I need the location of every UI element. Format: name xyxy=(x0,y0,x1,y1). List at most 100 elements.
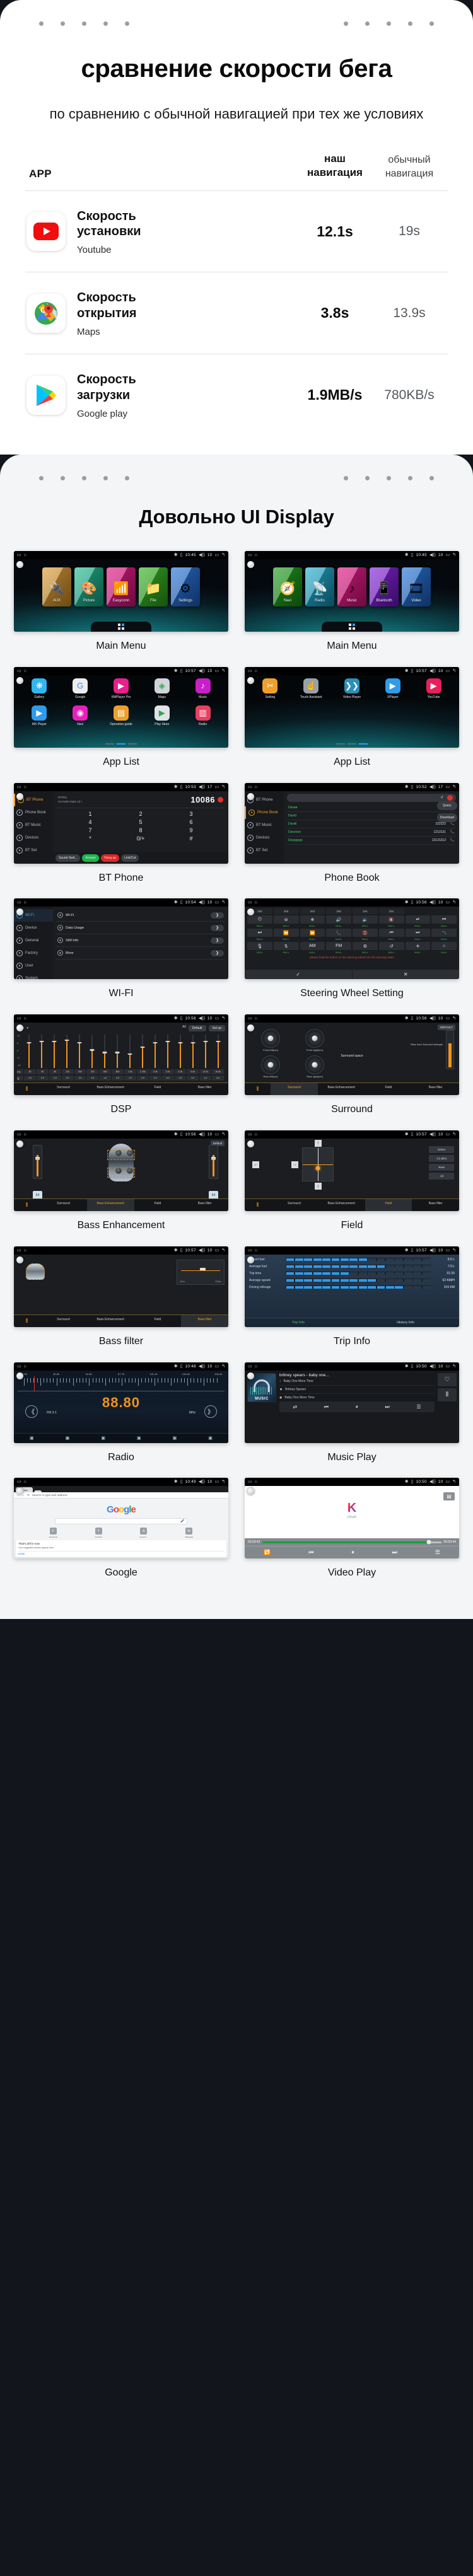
field-pad[interactable] xyxy=(301,1147,334,1181)
app-cell-radio[interactable]: ▥ Radio xyxy=(182,705,223,726)
page-dot[interactable] xyxy=(128,743,137,745)
menu-tile-easyconn[interactable]: 📶 Easyconn xyxy=(107,567,136,607)
field-arrow-→[interactable]: → xyxy=(291,1161,298,1168)
dsp-tab-field[interactable]: Field xyxy=(365,1083,412,1095)
contact-search-input[interactable]: d xyxy=(287,793,456,802)
steering-key-cell[interactable]: ✛ NULL xyxy=(405,942,431,954)
dsp-tab-bass-filter[interactable]: Bass filter xyxy=(181,1083,228,1095)
frequency-scale[interactable]: 87.50 90.90 94.35 97.75 101.15 104.60 108.00 xyxy=(18,1372,225,1391)
eq-band-handle[interactable] xyxy=(39,1040,44,1043)
equalizer-tab-icon[interactable]: ⦀ xyxy=(245,1083,271,1095)
q-value[interactable]: 1.0 xyxy=(99,1076,112,1081)
eq-band-8[interactable] xyxy=(124,1035,136,1069)
eq-band-10[interactable] xyxy=(149,1035,161,1069)
set-up-button[interactable]: Set up xyxy=(208,1025,225,1032)
eq-band-handle[interactable] xyxy=(153,1041,158,1044)
menu-tile-video[interactable]: 🎞 Video xyxy=(402,567,431,607)
eq-band-9[interactable] xyxy=(137,1035,148,1069)
eq-band-14[interactable] xyxy=(200,1035,211,1069)
trip-tab-trip-info[interactable]: Trip Info xyxy=(245,1318,352,1327)
field-preset-driver[interactable]: Driver xyxy=(429,1146,454,1153)
google-search-input[interactable]: 🎤 xyxy=(54,1518,188,1525)
app-cell-xplayer[interactable]: ▶ XPlayer xyxy=(372,678,413,699)
eq-band-handle[interactable] xyxy=(127,1053,132,1055)
call-btn-answer[interactable]: Answer xyxy=(82,854,100,862)
ui-screenshot-video[interactable]: ▭ ⌂ ✱ ▯ 10:50 ◀)) 10 ▭ ↰ K 1theK ▤ 00:03:42 00:03:44 🔁… xyxy=(245,1478,459,1559)
prev-icon[interactable]: ▣ xyxy=(137,1436,141,1441)
menu-tile-navi[interactable]: 🧭 Navi xyxy=(273,567,302,607)
ui-screenshot-dsp[interactable]: ▭⌂✱▯10:56◀))10▭↰Rock▾AllDefaultSet up126… xyxy=(14,1014,228,1096)
fc-value[interactable]: 2.0k xyxy=(149,1069,161,1075)
field-position-dot[interactable] xyxy=(315,1166,320,1171)
scan-icon[interactable]: ▣ xyxy=(101,1436,105,1441)
app-cell-navi[interactable]: ◉ Navi xyxy=(60,705,101,726)
field-arrow-↑[interactable]: ↑ xyxy=(314,1140,322,1147)
eq-band-handle[interactable] xyxy=(26,1041,32,1044)
field-arrow-↓[interactable]: ↓ xyxy=(314,1183,322,1190)
q-value[interactable]: 2.0 xyxy=(36,1076,49,1081)
steering-key-cell[interactable]: ⏻ NULL xyxy=(247,915,272,927)
eq-band-3[interactable] xyxy=(61,1035,73,1069)
fc-value[interactable]: 1.25k xyxy=(136,1069,149,1075)
fc-value[interactable]: 315 xyxy=(86,1069,99,1075)
eq-band-handle[interactable] xyxy=(216,1040,221,1043)
app-cell-google[interactable]: G Google xyxy=(60,678,101,699)
cancel-button[interactable]: ✕ xyxy=(353,970,460,979)
q-value[interactable]: 1.0 xyxy=(199,1076,212,1081)
default-button[interactable]: DEFAULT xyxy=(438,1024,455,1031)
dialpad-key-5[interactable]: 5 xyxy=(115,819,166,825)
dialpad-key-3[interactable]: 3 xyxy=(166,811,216,817)
dialpad-key-#[interactable]: # xyxy=(166,835,216,842)
side-nav-item-general[interactable]: ● General xyxy=(14,934,53,947)
contact-row[interactable]: Davppppp 12121212 📞 xyxy=(287,837,456,845)
menu-tile-radio[interactable]: 📡 Radio xyxy=(305,567,334,607)
next-icon[interactable]: ⏭ xyxy=(392,1549,397,1556)
call-btn-sound-swit-[interactable]: Sound Swit... xyxy=(55,854,81,862)
volume-knob[interactable] xyxy=(247,1140,254,1147)
contact-row[interactable]: Daviiii 222222 📞 xyxy=(287,820,456,828)
menu-tile-music[interactable]: ♪ Music xyxy=(337,567,366,607)
app-cell-setting[interactable]: ✂ Setting xyxy=(250,678,291,699)
shuffle-icon[interactable]: ⇄ xyxy=(293,1404,297,1410)
eq-band-handle[interactable] xyxy=(140,1046,145,1048)
side-nav-item-bt-music[interactable]: ● BT Music xyxy=(245,819,284,832)
ui-screenshot-music[interactable]: ▭ ⌂ ✱ ▯ 10:50 ◀)) 10 ▭ ↰ MUSIC britney spears - ba… xyxy=(245,1362,459,1443)
settings-row-wi-fi[interactable]: ● WI-FI ❯ xyxy=(56,909,225,922)
prev-icon[interactable]: ⏮ xyxy=(324,1404,329,1410)
page-dot[interactable] xyxy=(117,743,126,745)
new-tab-button[interactable] xyxy=(33,1490,42,1493)
menu-tile-aux[interactable]: 🔌 AUX xyxy=(42,567,71,607)
volume-knob[interactable] xyxy=(16,792,23,800)
app-cell-music[interactable]: ♪ Music xyxy=(182,678,223,699)
chevron-right-icon[interactable]: ❯ xyxy=(210,912,224,919)
menu-tile-bluetooth[interactable]: 📱 Bluetooth xyxy=(370,567,399,607)
chevron-down-icon[interactable]: ▾ xyxy=(26,1026,28,1030)
volume-knob[interactable] xyxy=(247,792,254,800)
steering-key-cell[interactable]: ❄ NULL xyxy=(300,915,325,927)
menu-tile-settings[interactable]: ⚙ Settings xyxy=(171,567,200,607)
browser-url-bar[interactable]: ← → ⟳ Search or type web address xyxy=(14,1492,228,1499)
steering-key-cell[interactable]: ⏩ NULL xyxy=(300,929,325,941)
menu-tile-picture[interactable]: 🎨 Picture xyxy=(74,567,103,607)
eq-band-1[interactable] xyxy=(36,1035,47,1069)
shortcut-wikipedia[interactable]: W Wikipedia xyxy=(167,1528,211,1538)
q-value[interactable]: 1.0 xyxy=(49,1076,61,1081)
app-cell-video-player[interactable]: ❯❯ Video Player xyxy=(332,678,373,699)
reload-icon[interactable]: ⟳ xyxy=(27,1494,30,1497)
q-value[interactable]: 1.0 xyxy=(24,1076,36,1081)
steering-key-cell[interactable]: 📵 NULL xyxy=(353,929,378,941)
side-nav-item-devices[interactable]: ● Devices xyxy=(14,832,53,844)
app-cell-touch-assistant[interactable]: ☝ Touch Assistant xyxy=(291,678,332,699)
eq-band-handle[interactable] xyxy=(102,1052,107,1053)
eq-band-6[interactable] xyxy=(99,1035,110,1069)
dsp-tab-field[interactable]: Field xyxy=(134,1199,182,1211)
field-arrow-←[interactable]: ← xyxy=(252,1161,259,1168)
volume-knob[interactable] xyxy=(16,1140,23,1147)
call-icon[interactable]: 📞 xyxy=(446,821,455,826)
steering-key-cell[interactable]: ⏭ NULL xyxy=(405,929,431,941)
ui-screenshot-surround[interactable]: ▭ ⌂ ✱ ▯ 10:56 ◀)) 10 ▭ ↰ Front left(cm) Front righ… xyxy=(245,1014,459,1096)
q-value[interactable]: 2.0 xyxy=(86,1076,99,1081)
settings-row-sim-info[interactable]: ● SIM Info ❯ xyxy=(56,934,225,948)
field-preset-rear[interactable]: Rear xyxy=(429,1164,454,1171)
steering-key-cell[interactable]: AM NULL xyxy=(300,942,325,954)
